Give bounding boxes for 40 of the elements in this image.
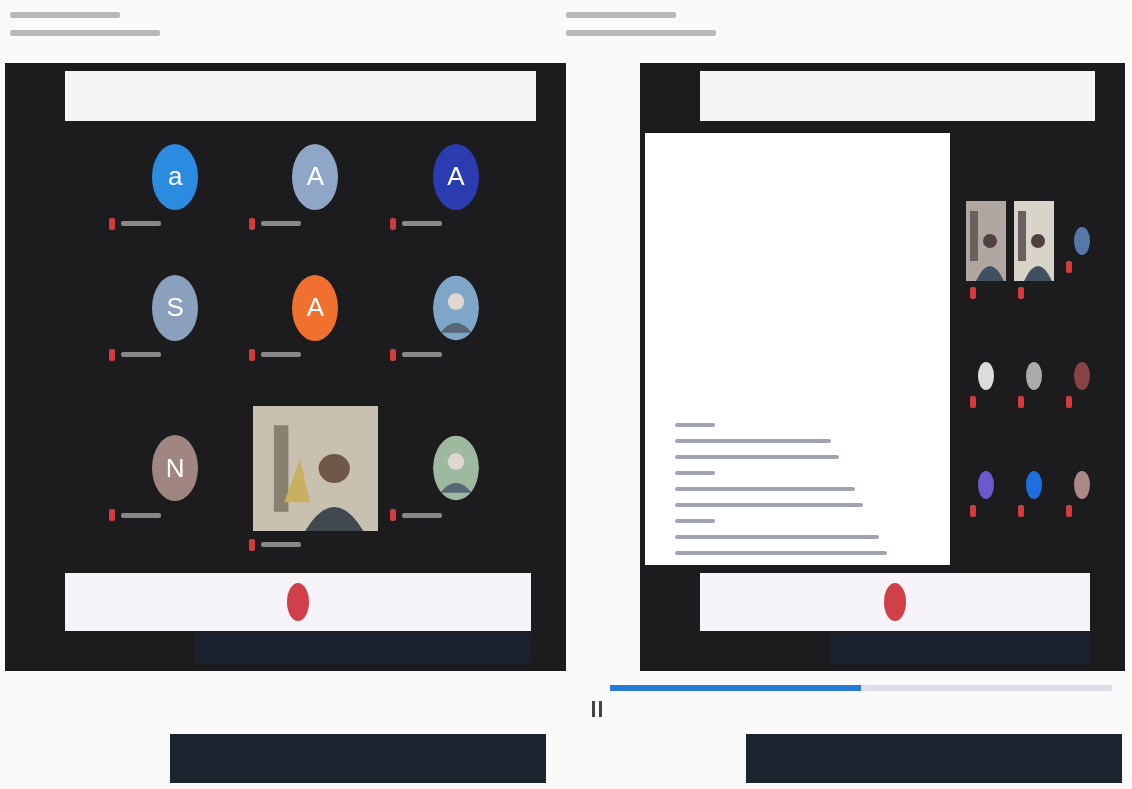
avatar: N <box>152 435 199 501</box>
avatar: S <box>152 274 199 341</box>
illegible-text <box>401 352 442 357</box>
muted-mic-icon <box>1066 505 1072 518</box>
muted-mic-icon <box>970 396 976 408</box>
illegible-text <box>401 512 442 518</box>
muted-mic-icon <box>109 509 115 521</box>
avatar: a <box>152 143 199 210</box>
muted-mic-icon <box>1066 396 1072 408</box>
illegible-text <box>675 423 715 427</box>
illegible-text <box>121 512 161 518</box>
muted-mic-icon <box>970 505 976 518</box>
avatar: A <box>292 274 339 341</box>
muted-mic-icon <box>1018 286 1024 299</box>
muted-mic-icon <box>1018 396 1024 408</box>
illegible-text <box>675 519 715 523</box>
muted-mic-icon <box>109 348 115 361</box>
muted-mic-icon <box>1018 505 1024 518</box>
illegible-text <box>261 352 302 357</box>
muted-mic-icon <box>389 509 396 521</box>
illegible-text <box>675 471 715 475</box>
muted-mic-icon <box>249 217 256 230</box>
illegible-text <box>121 352 161 357</box>
illegible-text <box>261 542 302 547</box>
muted-mic-icon <box>249 348 256 361</box>
end-call-button[interactable] <box>884 583 906 621</box>
muted-mic-icon <box>1066 260 1072 273</box>
muted-mic-icon <box>389 348 396 361</box>
muted-mic-icon <box>389 217 396 230</box>
muted-mic-icon <box>109 217 115 230</box>
progress-bar[interactable] <box>610 685 1112 691</box>
muted-mic-icon <box>970 286 976 299</box>
muted-mic-icon <box>249 538 256 551</box>
end-call-button[interactable] <box>287 583 309 621</box>
illegible-text <box>261 221 302 226</box>
illegible-text <box>401 221 442 226</box>
avatar: A <box>292 143 339 210</box>
illegible-text <box>121 221 161 226</box>
pause-icon[interactable] <box>592 701 602 717</box>
avatar: A <box>432 143 479 210</box>
